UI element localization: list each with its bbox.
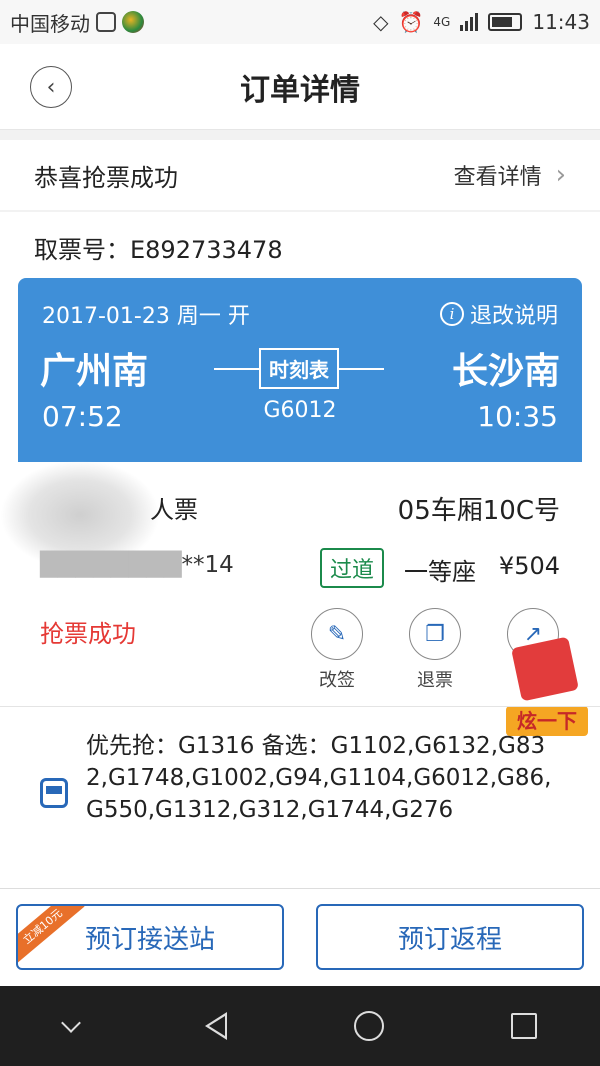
coach-seat: 05车厢10C号 bbox=[397, 496, 560, 526]
back-button[interactable]: ‹ bbox=[30, 66, 72, 108]
ticket-price: ¥504 bbox=[498, 552, 560, 580]
refund-info-label: 退改说明 bbox=[469, 304, 558, 329]
view-detail-label: 查看详情 bbox=[453, 165, 542, 190]
carrier-name: 中国移动 bbox=[10, 11, 90, 36]
gallery-icon bbox=[96, 12, 116, 32]
from-station: 广州南 bbox=[40, 351, 149, 392]
network-type: 4G bbox=[433, 15, 451, 29]
nav-bar: ‹ 订单详情 bbox=[0, 44, 600, 130]
edit-icon: ✎ bbox=[311, 608, 363, 660]
red-envelope-icon bbox=[511, 636, 579, 702]
schedule-button[interactable]: 时刻表 bbox=[259, 347, 339, 389]
clock: 11:43 bbox=[532, 10, 590, 34]
order-status: 抢票成功 bbox=[40, 620, 136, 648]
arrival-time: 10:35 bbox=[477, 400, 558, 433]
status-bar: 中国移动 ◇ ⏰ 4G 11:43 bbox=[0, 0, 600, 44]
passenger-row: 人票 05车厢10C号 bbox=[0, 460, 600, 570]
ticket-number-label: 取票号： bbox=[34, 236, 130, 264]
book-return-label: 预订返程 bbox=[397, 924, 502, 955]
refund-icon: ❐ bbox=[409, 608, 461, 660]
battery-icon bbox=[488, 13, 523, 31]
to-station: 长沙南 bbox=[451, 351, 560, 392]
seat-class: 一等座 bbox=[404, 558, 476, 586]
system-nav-bar bbox=[0, 986, 600, 1066]
home-nav-icon[interactable] bbox=[353, 1011, 384, 1041]
book-return-button[interactable]: 预订返程 bbox=[316, 904, 584, 970]
status-left: 中国移动 bbox=[10, 8, 144, 37]
signal-icon bbox=[460, 13, 479, 31]
book-transfer-label: 预订接送站 bbox=[84, 924, 215, 955]
change-ticket-label: 改签 bbox=[319, 670, 355, 691]
change-ticket-button[interactable]: ✎ 改签 bbox=[302, 608, 372, 692]
refund-info-link[interactable]: i 退改说明 bbox=[439, 298, 558, 330]
ticket-type: 人票 bbox=[150, 496, 198, 524]
hide-keyboard-icon[interactable] bbox=[60, 1013, 81, 1033]
alarm-icon: ⏰ bbox=[398, 10, 424, 34]
passenger-detail-row: ████████**14 过道 一等座 ¥504 bbox=[0, 548, 600, 588]
refund-ticket-label: 退票 bbox=[417, 670, 453, 691]
alternative-trains: 优先抢：G1316 备选：G1102,G6132,G832,G1748,G100… bbox=[86, 733, 552, 823]
ticket-number: 取票号：E892733478 bbox=[34, 230, 283, 265]
divider bbox=[0, 706, 600, 707]
bottom-action-bar: 立减10元 预订接送站 预订返程 bbox=[0, 888, 600, 986]
view-detail-link[interactable]: 查看详情 › bbox=[454, 159, 566, 191]
promo-badge[interactable]: 炫一下 bbox=[506, 636, 588, 738]
trip-card: 2017-01-23 周一 开 i 退改说明 广州南 时刻表 长沙南 07:52… bbox=[18, 278, 582, 462]
info-icon: i bbox=[439, 302, 464, 326]
id-number-masked: ████████**14 bbox=[40, 552, 234, 578]
redacted-id: ████████ bbox=[40, 552, 182, 578]
chevron-right-icon: › bbox=[555, 160, 566, 190]
status-right: ◇ ⏰ 4G 11:43 bbox=[373, 10, 590, 34]
departure-date: 2017-01-23 周一 开 bbox=[42, 304, 250, 329]
order-card: 取票号：E892733478 2017-01-23 周一 开 i 退改说明 广州… bbox=[0, 212, 600, 888]
chevron-left-icon: ‹ bbox=[46, 74, 56, 100]
app-notification-icon bbox=[122, 11, 144, 33]
train-icon bbox=[40, 778, 68, 808]
refund-ticket-button[interactable]: ❐ 退票 bbox=[400, 608, 470, 692]
success-banner[interactable]: 恭喜抢票成功 查看详情 › bbox=[0, 140, 600, 210]
back-nav-icon[interactable] bbox=[204, 1012, 227, 1040]
recents-nav-icon[interactable] bbox=[510, 1013, 537, 1039]
success-text: 恭喜抢票成功 bbox=[34, 163, 178, 192]
discount-tag: 立减10元 bbox=[18, 906, 85, 965]
page-title: 订单详情 bbox=[240, 72, 360, 108]
ticket-number-value: E892733478 bbox=[130, 236, 283, 264]
book-transfer-button[interactable]: 立减10元 预订接送站 bbox=[16, 904, 284, 970]
id-number-suffix: **14 bbox=[181, 552, 234, 578]
vibrate-icon: ◇ bbox=[373, 10, 389, 34]
seat-position-badge: 过道 bbox=[320, 548, 385, 588]
schedule-link[interactable]: 时刻表 bbox=[214, 347, 384, 389]
